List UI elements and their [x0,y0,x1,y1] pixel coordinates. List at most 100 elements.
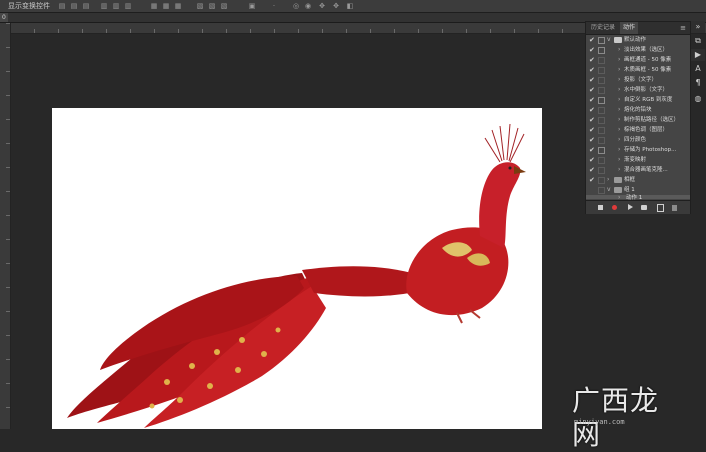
toggle-check-icon[interactable]: ✔ [589,135,595,145]
toggle-check-icon[interactable]: ✔ [589,35,595,45]
list-item[interactable]: ✔ › 混合器画笔克隆... [586,165,690,175]
record-icon[interactable] [610,203,619,212]
ruler-tick [6,71,10,72]
list-item[interactable]: ✔ › 制作剪贴路径（选区） [586,115,690,125]
ruler-tick [370,29,371,33]
list-item[interactable]: ✔ › 存储为 Photoshop... [586,145,690,155]
distribute-center-icon[interactable]: ▦ [162,2,170,10]
list-item[interactable]: ✔ › 水中倒影（文字） [586,85,690,95]
list-item[interactable]: ✔ › 自定义 RGB 到灰度 [586,95,690,105]
collapse-icon[interactable]: » [691,21,705,33]
distribute-right-icon[interactable]: ▦ [174,2,182,10]
dialog-toggle-icon[interactable] [598,57,605,64]
dialog-toggle-icon[interactable] [598,117,605,124]
align-left-icon[interactable]: ▤ [58,2,66,10]
dialog-toggle-icon[interactable] [598,87,605,94]
chevron-right-icon[interactable]: › [618,85,620,95]
list-item[interactable]: ✔ › 相框 [586,175,690,185]
chevron-right-icon[interactable]: › [607,175,609,185]
dialog-toggle-icon[interactable] [598,37,605,44]
auto-align-icon[interactable]: ▣ [248,2,256,10]
align-bottom-icon[interactable]: ▥ [124,2,132,10]
brush-panel-icon[interactable]: ◍ [691,93,705,105]
toggle-check-icon[interactable]: ✔ [589,95,595,105]
paragraph-panel-icon[interactable]: ¶ [691,77,705,89]
dialog-toggle-icon[interactable] [598,177,605,184]
list-item[interactable]: ✔ › 画框通道 - 50 像素 [586,55,690,65]
show-transform-controls-label[interactable]: 显示变换控件 [8,0,50,12]
chevron-right-icon[interactable]: › [618,115,620,125]
distribute-top-icon[interactable]: ▧ [196,2,204,10]
align-center-icon[interactable]: ▤ [70,2,78,10]
dialog-toggle-icon[interactable] [598,77,605,84]
dialog-toggle-icon[interactable] [598,97,605,104]
list-item[interactable]: ✔ › 棕褐色调（图层） [586,125,690,135]
dialog-toggle-icon[interactable] [598,67,605,74]
toggle-check-icon[interactable]: ✔ [589,145,595,155]
ruler-tick [6,239,10,240]
3d-rotate-icon[interactable]: ◎ [292,2,300,10]
stop-icon[interactable] [596,203,605,212]
chevron-right-icon[interactable]: › [618,95,620,105]
toggle-check-icon[interactable]: ✔ [589,155,595,165]
chevron-right-icon[interactable]: › [618,105,620,115]
chevron-right-icon[interactable]: › [618,165,620,175]
chevron-right-icon[interactable]: › [618,135,620,145]
toggle-check-icon[interactable]: ✔ [589,75,595,85]
list-item[interactable]: ✔ › 熔化的铅块 [586,105,690,115]
toggle-check-icon[interactable]: ✔ [589,125,595,135]
distribute-bottom-icon[interactable]: ▧ [220,2,228,10]
list-item[interactable]: ✔ › 木质画框 - 50 像素 [586,65,690,75]
list-item[interactable]: ✔ v 默认动作 [586,35,690,45]
chevron-down-icon[interactable]: v [607,35,611,45]
tab-actions[interactable]: 动作 [620,22,639,34]
tab-history[interactable]: 历史记录 [588,22,618,34]
dialog-toggle-icon[interactable] [598,137,605,144]
align-right-icon[interactable]: ▤ [82,2,90,10]
3d-roll-icon[interactable]: ◉ [304,2,312,10]
chevron-right-icon[interactable]: › [618,65,620,75]
document-canvas[interactable] [52,108,542,429]
distribute-left-icon[interactable]: ▦ [150,2,158,10]
3d-slide-icon[interactable]: ✥ [332,2,340,10]
list-item[interactable]: ✔ › 渐变映射 [586,155,690,165]
delete-icon[interactable] [670,203,679,212]
document-tab[interactable]: 0 [0,13,8,22]
3d-scale-icon[interactable]: ◧ [346,2,354,10]
play-panel-icon[interactable]: ▶ [691,49,705,61]
dialog-toggle-icon[interactable] [598,167,605,174]
panel-menu-icon[interactable]: ≡ [679,23,687,33]
3d-pan-icon[interactable]: ✥ [318,2,326,10]
ruler-tick [130,29,131,33]
chevron-right-icon[interactable]: › [618,75,620,85]
dialog-toggle-icon[interactable] [598,47,605,54]
chevron-right-icon[interactable]: › [618,145,620,155]
align-top-icon[interactable]: ▥ [100,2,108,10]
distribute-middle-icon[interactable]: ▧ [208,2,216,10]
chevron-right-icon[interactable]: › [618,45,620,55]
play-icon[interactable] [625,203,634,212]
toggle-check-icon[interactable]: ✔ [589,175,595,185]
toggle-check-icon[interactable]: ✔ [589,115,595,125]
dialog-toggle-icon[interactable] [598,107,605,114]
list-item[interactable]: ✔ › 四分颜色 [586,135,690,145]
toggle-check-icon[interactable]: ✔ [589,45,595,55]
chevron-right-icon[interactable]: › [618,155,620,165]
list-item[interactable]: ✔ › 投影（文字） [586,75,690,85]
dialog-toggle-icon[interactable] [598,157,605,164]
history-panel-icon[interactable]: ⧉ [691,35,705,47]
toggle-check-icon[interactable]: ✔ [589,65,595,75]
dialog-toggle-icon[interactable] [598,147,605,154]
toggle-check-icon[interactable]: ✔ [589,85,595,95]
chevron-right-icon[interactable]: › [618,125,620,135]
character-panel-icon[interactable]: A [691,63,705,75]
toggle-check-icon[interactable]: ✔ [589,105,595,115]
chevron-right-icon[interactable]: › [618,55,620,65]
toggle-check-icon[interactable]: ✔ [589,55,595,65]
toggle-check-icon[interactable]: ✔ [589,165,595,175]
list-item[interactable]: ✔ › 淡出效果（选区） [586,45,690,55]
new-action-icon[interactable] [655,203,664,212]
dialog-toggle-icon[interactable] [598,127,605,134]
align-middle-icon[interactable]: ▥ [112,2,120,10]
new-set-icon[interactable] [640,203,649,212]
